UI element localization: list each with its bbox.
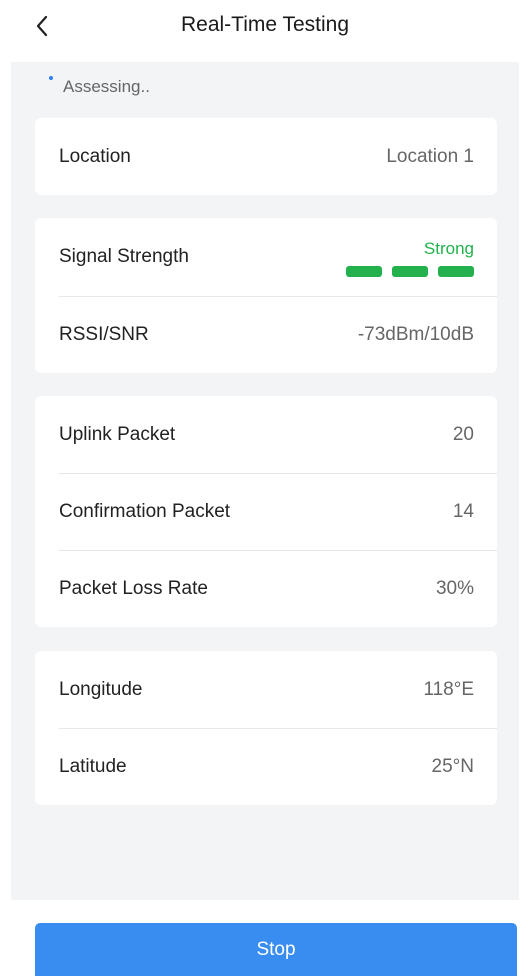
- page-title: Real-Time Testing: [180, 13, 350, 36]
- packet-loss-row: Packet Loss Rate 30%: [35, 550, 497, 627]
- signal-strength-indicator: Strong: [346, 218, 474, 296]
- packet-loss-label: Packet Loss Rate: [59, 577, 208, 599]
- longitude-row: Longitude 118°E: [35, 651, 497, 728]
- location-value: Location 1: [386, 145, 474, 167]
- position-card: Longitude 118°E Latitude 25°N: [35, 651, 497, 805]
- signal-bar-1: [346, 266, 382, 277]
- signal-bar-2: [392, 266, 428, 277]
- signal-strength-label: Signal Strength: [59, 246, 189, 267]
- rssi-snr-label: RSSI/SNR: [59, 323, 149, 345]
- latitude-value: 25°N: [431, 755, 474, 777]
- confirmation-packet-row: Confirmation Packet 14: [35, 473, 497, 550]
- uplink-packet-row: Uplink Packet 20: [35, 396, 497, 473]
- longitude-value: 118°E: [423, 678, 474, 700]
- packet-loss-value: 30%: [435, 577, 474, 599]
- longitude-label: Longitude: [59, 678, 143, 700]
- location-row: Location Location 1: [35, 118, 497, 195]
- rssi-snr-row: RSSI/SNR -73dBm/10dB: [35, 296, 497, 373]
- signal-strength-row: Signal Strength Strong: [35, 218, 497, 296]
- uplink-packet-value: 20: [452, 423, 474, 445]
- uplink-packet-label: Uplink Packet: [59, 423, 176, 445]
- rssi-snr-value: -73dBm/10dB: [357, 323, 474, 345]
- status-indicator: Assessing..: [49, 74, 150, 100]
- latitude-label: Latitude: [59, 755, 127, 777]
- signal-strength-value: Strong: [423, 239, 474, 258]
- confirmation-packet-label: Confirmation Packet: [59, 500, 231, 522]
- status-text: Assessing..: [63, 77, 150, 96]
- signal-bar-3: [438, 266, 474, 277]
- latitude-row: Latitude 25°N: [35, 728, 497, 805]
- confirmation-packet-value: 14: [452, 500, 474, 522]
- signal-bars: [346, 266, 474, 277]
- location-card: Location Location 1: [35, 118, 497, 195]
- loading-dot-icon: [49, 76, 53, 80]
- packet-card: Uplink Packet 20 Confirmation Packet 14 …: [35, 396, 497, 627]
- stop-button[interactable]: Stop: [35, 923, 517, 976]
- content-area: Assessing.. Location Location 1 Signal S…: [11, 62, 519, 900]
- signal-card: Signal Strength Strong RSSI/SNR -73dBm/1…: [35, 218, 497, 373]
- app-header: Real-Time Testing: [0, 0, 530, 62]
- location-label: Location: [59, 145, 131, 167]
